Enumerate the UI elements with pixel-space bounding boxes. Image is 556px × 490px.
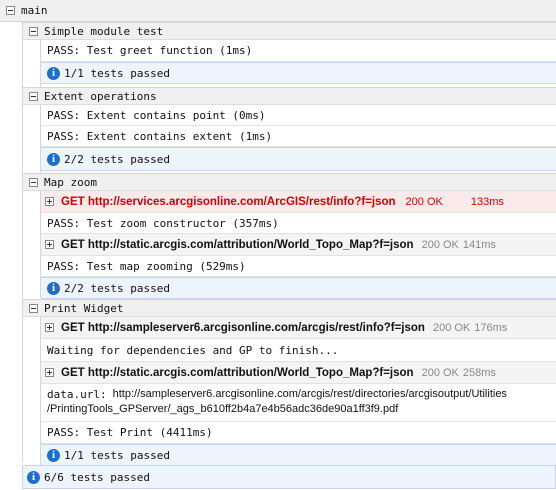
- data-url-line1[interactable]: http://sampleserver6.arcgisonline.com/ar…: [113, 387, 507, 402]
- test-result-row: PASS: Test zoom constructor (357ms): [41, 213, 556, 234]
- collapse-icon[interactable]: [29, 177, 38, 187]
- suite-summary-text: 1/1 tests passed: [64, 448, 170, 462]
- suite-map-zoom: Map zoom GET http://services.arcgisonlin…: [23, 173, 556, 299]
- info-icon: i: [27, 470, 40, 484]
- xhr-time: 176ms: [474, 321, 508, 334]
- suite-summary-text: 2/2 tests passed: [64, 281, 170, 295]
- collapse-icon[interactable]: [29, 303, 38, 313]
- info-icon: i: [47, 66, 60, 80]
- xhr-request-row[interactable]: GET http://sampleserver6.arcgisonline.co…: [41, 317, 556, 339]
- xhr-time: 141ms: [462, 238, 496, 251]
- suite-header[interactable]: Extent operations: [23, 88, 556, 105]
- collapse-icon[interactable]: [29, 91, 38, 101]
- test-result-row: PASS: Extent contains point (0ms): [41, 105, 556, 126]
- xhr-request-row[interactable]: GET http://static.arcgis.com/attribution…: [41, 234, 556, 256]
- suite-body: PASS: Extent contains point (0ms) PASS: …: [40, 105, 556, 173]
- total-summary-row: i 6/6 tests passed: [22, 465, 556, 489]
- xhr-status: 200 OK: [421, 238, 459, 251]
- test-result-text: PASS: Test zoom constructor (357ms): [47, 216, 279, 230]
- expand-icon[interactable]: [45, 197, 54, 206]
- root-group-body: Simple module test PASS: Test greet func…: [22, 22, 556, 485]
- test-result-text: PASS: Test Print (4411ms): [47, 426, 213, 439]
- suite-title: Map zoom: [44, 175, 97, 189]
- suite-header[interactable]: Map zoom: [23, 174, 556, 191]
- expand-icon[interactable]: [45, 368, 54, 377]
- test-result-row: PASS: Test Print (4411ms): [41, 422, 556, 444]
- suite-title: Print Widget: [44, 301, 124, 315]
- info-icon: i: [47, 152, 60, 166]
- suite-title: Extent operations: [44, 89, 157, 103]
- test-result-row: PASS: Extent contains extent (1ms): [41, 126, 556, 147]
- suite-summary-row: i 1/1 tests passed: [41, 444, 556, 466]
- root-label: main: [21, 4, 48, 17]
- suite-summary-row: i 2/2 tests passed: [41, 147, 556, 171]
- xhr-request-text: GET http://sampleserver6.arcgisonline.co…: [61, 321, 425, 334]
- suite-summary-text: 2/2 tests passed: [64, 152, 170, 166]
- xhr-request-row[interactable]: GET http://services.arcgisonline.com/Arc…: [41, 191, 556, 213]
- xhr-request-text: GET http://static.arcgis.com/attribution…: [61, 366, 414, 379]
- data-url-line2[interactable]: /PrintingTools_GPServer/_ags_b610ff2b4a7…: [47, 402, 507, 417]
- root-group-header[interactable]: main: [0, 0, 556, 22]
- test-result-row: PASS: Test greet function (1ms): [41, 40, 556, 62]
- suite-extent-operations: Extent operations PASS: Extent contains …: [23, 87, 556, 173]
- xhr-time: 258ms: [462, 366, 496, 379]
- xhr-request-text: GET http://services.arcgisonline.com/Arc…: [61, 195, 396, 208]
- test-result-text: PASS: Extent contains point (0ms): [47, 108, 266, 122]
- expand-icon[interactable]: [45, 323, 54, 332]
- test-result-text: PASS: Extent contains extent (1ms): [47, 129, 273, 143]
- xhr-status: 200 OK: [405, 195, 443, 208]
- data-url-label: data.url:: [47, 388, 107, 401]
- info-icon: i: [47, 281, 60, 295]
- collapse-icon[interactable]: [6, 6, 15, 15]
- suite-print-widget: Print Widget GET http://sampleserver6.ar…: [23, 299, 556, 485]
- suite-body: PASS: Test greet function (1ms) i 1/1 te…: [40, 40, 556, 87]
- collapse-icon[interactable]: [29, 26, 38, 36]
- suite-body: GET http://sampleserver6.arcgisonline.co…: [40, 317, 556, 485]
- xhr-request-row[interactable]: GET http://static.arcgis.com/attribution…: [41, 362, 556, 384]
- total-summary-text: 6/6 tests passed: [44, 470, 150, 484]
- expand-icon[interactable]: [45, 240, 54, 249]
- test-result-text: PASS: Test map zooming (529ms): [47, 259, 246, 273]
- data-url-row: data.url: http://sampleserver6.arcgisonl…: [41, 384, 556, 422]
- suite-title: Simple module test: [44, 24, 164, 38]
- suite-body: GET http://services.arcgisonline.com/Arc…: [40, 191, 556, 299]
- xhr-status: 200 OK: [421, 366, 459, 379]
- suite-simple-module-test: Simple module test PASS: Test greet func…: [23, 22, 556, 87]
- xhr-time: 133ms: [470, 195, 504, 208]
- xhr-status: 200 OK: [432, 321, 471, 334]
- test-result-text: PASS: Test greet function (1ms): [47, 44, 253, 57]
- log-message-row: Waiting for dependencies and GP to finis…: [41, 339, 556, 362]
- suite-summary-row: i 1/1 tests passed: [41, 62, 556, 84]
- suite-summary-text: 1/1 tests passed: [64, 66, 170, 80]
- xhr-request-text: GET http://static.arcgis.com/attribution…: [61, 238, 414, 251]
- suite-header[interactable]: Simple module test: [23, 23, 556, 40]
- info-icon: i: [47, 448, 60, 462]
- test-result-row: PASS: Test map zooming (529ms): [41, 256, 556, 277]
- suite-header[interactable]: Print Widget: [23, 300, 556, 317]
- log-message-text: Waiting for dependencies and GP to finis…: [47, 343, 339, 357]
- suite-summary-row: i 2/2 tests passed: [41, 277, 556, 299]
